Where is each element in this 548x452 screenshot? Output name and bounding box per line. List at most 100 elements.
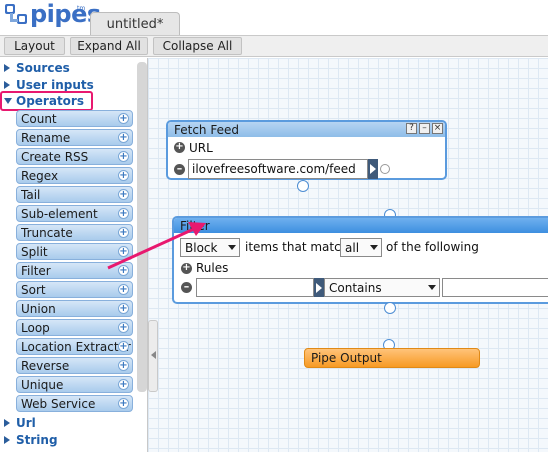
module-reverse[interactable]: Reverse + — [16, 357, 133, 374]
module-label: Unique — [21, 377, 64, 392]
section-operators-label: Operators — [16, 94, 84, 108]
section-string[interactable]: String — [4, 432, 58, 448]
expand-arrow-icon — [4, 436, 10, 444]
rules-label: Rules — [196, 261, 229, 275]
remove-rule-icon[interactable]: – — [181, 281, 192, 293]
module-label: Web Service — [21, 396, 96, 411]
module-label: Reverse — [21, 358, 70, 373]
module-tail[interactable]: Tail + — [16, 186, 133, 203]
sidebar-collapse-handle[interactable] — [148, 320, 158, 392]
rule-field-terminal-icon[interactable] — [314, 278, 324, 297]
section-string-label: String — [16, 433, 58, 447]
collapse-all-button[interactable]: Collapse All — [153, 37, 242, 55]
add-module-icon[interactable]: + — [118, 398, 129, 409]
fetch-feed-header[interactable]: Fetch Feed — [168, 122, 445, 137]
add-module-icon[interactable]: + — [118, 189, 129, 200]
module-regex[interactable]: Regex + — [16, 167, 133, 184]
module-sort[interactable]: Sort + — [16, 281, 133, 298]
module-label: Count — [21, 111, 57, 126]
module-label: Location Extractor — [21, 339, 131, 354]
add-url-icon[interactable]: + — [174, 142, 185, 153]
module-loop[interactable]: Loop + — [16, 319, 133, 336]
sidebar-scrollbar[interactable] — [137, 62, 147, 392]
module-split[interactable]: Split + — [16, 243, 133, 260]
filter-header[interactable]: Filter — [174, 218, 548, 233]
add-module-icon[interactable]: + — [118, 227, 129, 238]
dropdown-arrow-icon — [370, 245, 378, 250]
section-operators[interactable]: Operators — [4, 93, 84, 109]
add-module-icon[interactable]: + — [118, 208, 129, 219]
module-label: Union — [21, 301, 56, 316]
dropdown-arrow-icon — [428, 285, 436, 290]
add-module-icon[interactable]: + — [118, 246, 129, 257]
filter-mid-text: items that match — [245, 240, 349, 254]
collapse-arrow-icon — [4, 98, 12, 104]
pipe-output-module[interactable]: Pipe Output — [304, 348, 480, 368]
url-input[interactable]: ilovefreesoftware.com/feed — [188, 159, 368, 179]
filter-match-value: all — [345, 240, 360, 255]
tab-untitled[interactable]: untitled* — [90, 12, 180, 36]
filter-module[interactable]: Filter Block items that match all of the… — [172, 216, 548, 304]
pipes-logo-icon — [5, 4, 27, 24]
module-library-sidebar: Sources User inputs Operators Count + Ren… — [0, 58, 148, 452]
filter-match-select[interactable]: all — [340, 238, 382, 257]
module-label: Loop — [21, 320, 50, 335]
add-module-icon[interactable]: + — [118, 132, 129, 143]
expand-all-button[interactable]: Expand All — [70, 37, 148, 55]
add-module-icon[interactable]: + — [118, 322, 129, 333]
add-module-icon[interactable]: + — [118, 113, 129, 124]
section-sources[interactable]: Sources — [4, 60, 70, 76]
add-module-icon[interactable]: + — [118, 284, 129, 295]
section-url-label: Url — [16, 416, 36, 430]
module-truncate[interactable]: Truncate + — [16, 224, 133, 241]
layout-button[interactable]: Layout — [4, 37, 65, 55]
add-module-icon[interactable]: + — [118, 379, 129, 390]
add-module-icon[interactable]: + — [118, 170, 129, 181]
add-module-icon[interactable]: + — [118, 265, 129, 276]
url-label: URL — [189, 141, 213, 155]
filter-end-text: of the following — [386, 240, 479, 254]
remove-url-icon[interactable]: – — [174, 163, 185, 175]
module-filter[interactable]: Filter + — [16, 262, 133, 279]
module-location-extractor[interactable]: Location Extractor + — [16, 338, 133, 355]
add-module-icon[interactable]: + — [118, 341, 129, 352]
module-union[interactable]: Union + — [16, 300, 133, 317]
module-label: Truncate — [21, 225, 73, 240]
expand-arrow-icon — [4, 64, 10, 72]
module-label: Create RSS — [21, 149, 89, 164]
module-rename[interactable]: Rename + — [16, 129, 133, 146]
module-web-service[interactable]: Web Service + — [16, 395, 133, 412]
top-bar: pipes tm untitled* — [0, 0, 548, 36]
section-sources-label: Sources — [16, 61, 70, 75]
add-module-icon[interactable]: + — [118, 360, 129, 371]
filter-action-select[interactable]: Block — [180, 238, 240, 257]
add-module-icon[interactable]: + — [118, 151, 129, 162]
fetch-feed-output-terminal[interactable] — [297, 180, 309, 192]
url-output-terminal[interactable] — [380, 164, 390, 174]
module-label: Filter — [21, 263, 51, 278]
expand-arrow-icon — [4, 81, 10, 89]
help-icon[interactable]: ? — [406, 123, 417, 134]
add-module-icon[interactable]: + — [118, 303, 129, 314]
minimize-icon[interactable]: – — [419, 123, 430, 134]
pipes-logo[interactable]: pipes tm — [4, 0, 101, 32]
module-count[interactable]: Count + — [16, 110, 133, 127]
fetch-feed-module[interactable]: Fetch Feed ? – × + URL – ilovefreesoftwa… — [166, 120, 447, 180]
expand-arrow-icon — [4, 419, 10, 427]
pipe-output-title: Pipe Output — [311, 351, 382, 365]
close-icon[interactable]: × — [432, 123, 443, 134]
rule-condition-select[interactable]: Contains — [324, 278, 440, 297]
filter-output-terminal[interactable] — [384, 302, 396, 314]
fetch-feed-title: Fetch Feed — [174, 122, 239, 137]
filter-action-value: Block — [185, 240, 218, 255]
module-create-rss[interactable]: Create RSS + — [16, 148, 133, 165]
module-unique[interactable]: Unique + — [16, 376, 133, 393]
url-input-terminal-icon[interactable] — [368, 159, 378, 179]
module-sub-element[interactable]: Sub-element + — [16, 205, 133, 222]
add-rule-icon[interactable]: + — [181, 263, 192, 274]
rule-field-input[interactable] — [196, 278, 314, 297]
rule-value-input[interactable] — [442, 278, 548, 297]
logo-trademark: tm — [77, 5, 86, 12]
module-label: Regex — [21, 168, 59, 183]
section-url[interactable]: Url — [4, 415, 36, 431]
